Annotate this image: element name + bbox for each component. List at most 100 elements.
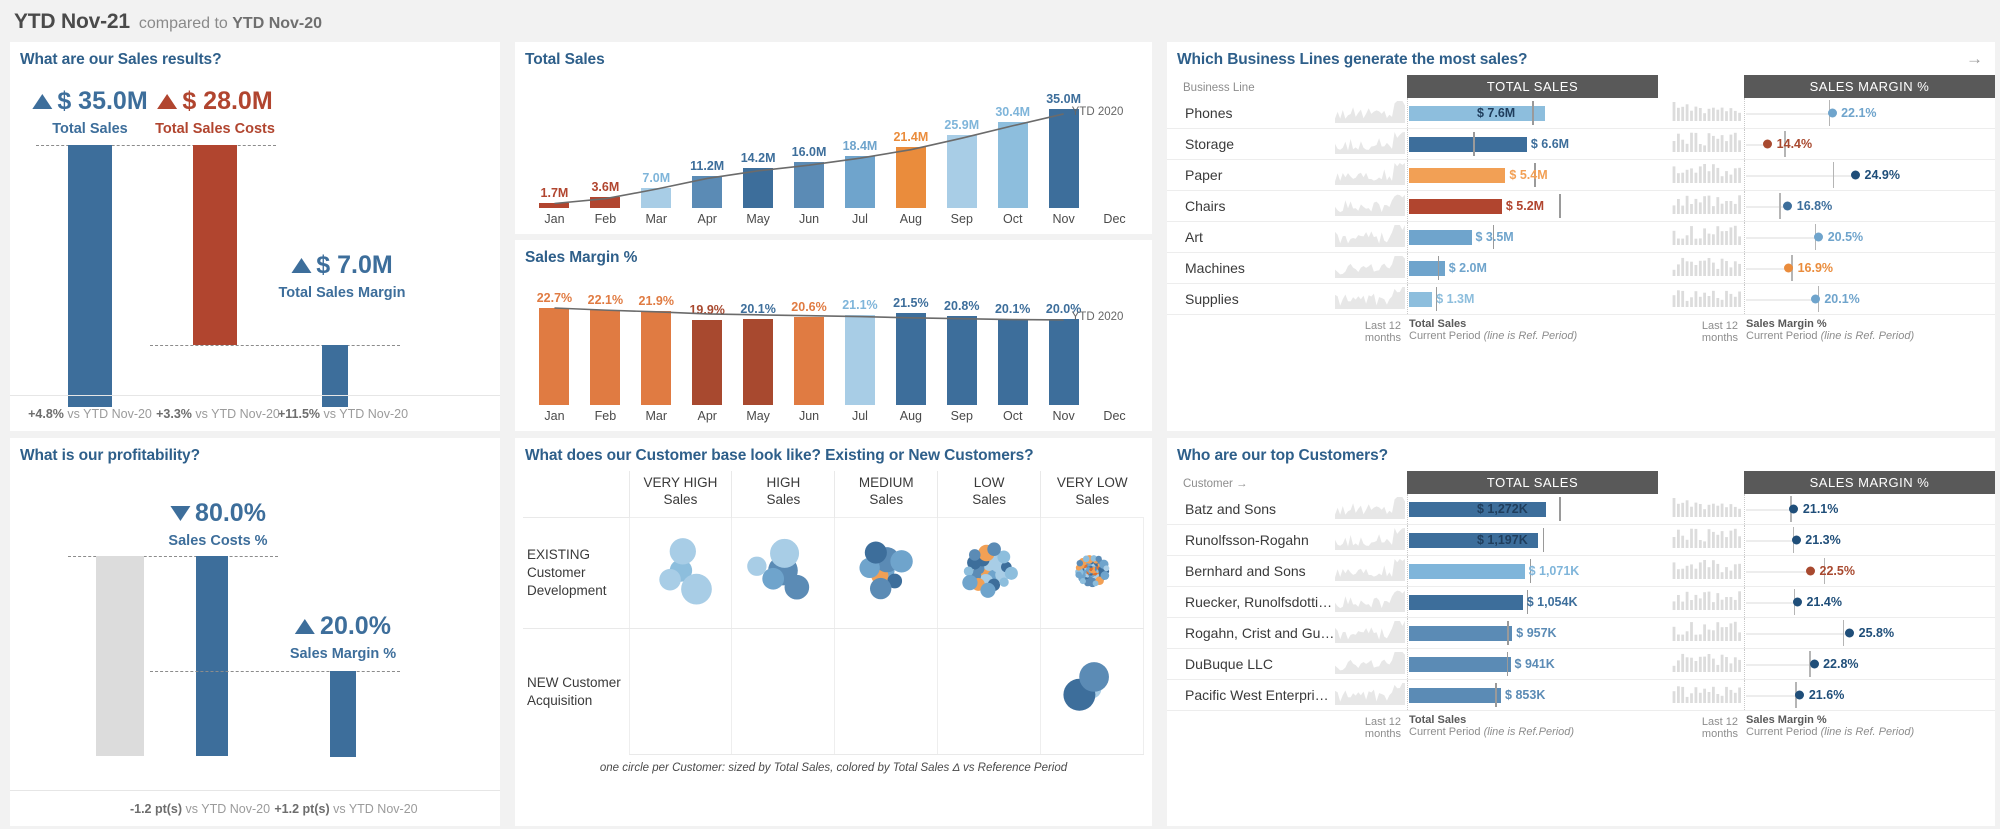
margin-axis[interactable] <box>1744 129 1745 159</box>
sparkbar-sales-margin[interactable] <box>1672 679 1744 711</box>
bar-column[interactable]: 20.0% <box>1038 273 1089 405</box>
kpi-2[interactable]: 20.0% Sales Margin % <box>290 614 396 663</box>
total-sales-reference-marker[interactable] <box>1437 256 1440 280</box>
table-row[interactable]: Art $ 3.5M 20.5% <box>1167 221 1995 253</box>
column-header-total-sales[interactable]: TOTAL SALES <box>1407 75 1658 98</box>
bar-cell-total-sales[interactable]: $ 2.0M <box>1407 252 1658 284</box>
bar-column[interactable]: 16.0M <box>784 75 835 208</box>
bar-column[interactable]: 21.5% <box>885 273 936 405</box>
margin-value[interactable]: 24.9% <box>1865 168 1900 182</box>
kpi-bar[interactable] <box>330 671 356 757</box>
kpi-3[interactable]: $ 7.0M Total Sales Margin <box>278 253 405 302</box>
bubble-cluster[interactable] <box>938 518 1040 623</box>
footer-spacer[interactable] <box>1167 315 1335 345</box>
bar-cell-total-sales[interactable]: $ 3.5M <box>1407 221 1658 253</box>
x-tick-jul[interactable]: Jul <box>852 409 868 423</box>
kpi-bar[interactable] <box>68 145 112 407</box>
footer-metric-total-sales[interactable]: Total Sales Current Period (line is Ref. … <box>1407 315 1658 345</box>
matrix-cell-r1-c3[interactable] <box>834 516 939 629</box>
kpi-value-row[interactable]: $ 28.0M <box>155 89 275 114</box>
total-sales-value[interactable]: $ 3.5M <box>1476 230 1514 244</box>
table-header-row[interactable]: Customer → TOTAL SALES SALES MARGIN % <box>1167 471 1995 494</box>
kpi-value-row[interactable]: $ 35.0M <box>32 89 148 114</box>
total-sales-bar[interactable] <box>1409 687 1502 703</box>
footer-spark-label-2[interactable]: Last 12 months <box>1672 711 1744 740</box>
bar-value-label[interactable]: 11.2M <box>690 159 724 173</box>
total-sales-value[interactable]: $ 2.0M <box>1449 261 1487 275</box>
bar-rect[interactable] <box>1048 319 1079 405</box>
sparkline-total-sales[interactable] <box>1335 221 1407 253</box>
row-gap[interactable] <box>1658 617 1672 649</box>
kpi-1[interactable]: 80.0% Sales Costs % <box>168 501 267 550</box>
table-row[interactable]: Ruecker, Runolfsdottir and .. $ 1,054K 21.… <box>1167 586 1995 618</box>
sparkbar-sales-margin[interactable] <box>1672 128 1744 160</box>
margin-value[interactable]: 20.5% <box>1828 230 1863 244</box>
bar-value-label[interactable]: 7.0M <box>642 171 670 185</box>
sparkbar-sales-margin[interactable] <box>1672 586 1744 618</box>
sparkbar-sales-margin[interactable] <box>1672 617 1744 649</box>
bar-rect[interactable] <box>692 319 723 405</box>
bar-column[interactable]: 25.9M <box>936 75 987 208</box>
sparkline-header-total[interactable] <box>1335 471 1407 494</box>
bar-rect[interactable] <box>641 311 672 405</box>
kpi-value[interactable]: 20.0% <box>320 614 391 639</box>
dot-cell-sales-margin[interactable]: 22.5% <box>1744 555 1995 587</box>
kpi-value-row[interactable]: 80.0% <box>168 501 267 526</box>
footer-metric-name-1[interactable]: Total Sales <box>1409 318 1658 330</box>
footer-spark-label-2[interactable]: Last 12 months <box>1672 315 1744 344</box>
margin-connector-line[interactable] <box>1746 602 1798 604</box>
x-tick-oct[interactable]: Oct <box>1003 409 1022 423</box>
kpi-delta-1[interactable]: -1.2 pt(s) vs YTD Nov-20 <box>130 802 270 816</box>
margin-dot[interactable] <box>1827 108 1837 118</box>
kpi-value-row[interactable]: 20.0% <box>290 614 396 639</box>
bar-value-label[interactable]: 21.9% <box>639 294 674 308</box>
row-label[interactable]: Chairs <box>1167 190 1335 222</box>
margin-connector-line[interactable] <box>1746 695 1800 697</box>
reference-period-label[interactable]: YTD 2020 <box>1072 106 1124 118</box>
sparkline-total-sales[interactable] <box>1335 283 1407 315</box>
zero-axis[interactable] <box>1407 98 1408 128</box>
bar-column[interactable]: 11.2M <box>682 75 733 208</box>
margin-reference-marker[interactable] <box>1832 162 1835 188</box>
triangle-up-icon[interactable] <box>32 94 53 109</box>
bar-value-label[interactable]: 25.9M <box>944 118 979 132</box>
margin-dot[interactable] <box>1845 628 1855 638</box>
row-label[interactable]: Supplies <box>1167 283 1335 315</box>
row-gap[interactable] <box>1658 524 1672 556</box>
sparkbar-sales-margin[interactable] <box>1672 648 1744 680</box>
x-tick-nov[interactable]: Nov <box>1053 409 1075 423</box>
column-header-sales-margin[interactable]: SALES MARGIN % <box>1744 75 1995 98</box>
sparkline-total-sales[interactable] <box>1335 648 1407 680</box>
sparkbar-sales-margin[interactable] <box>1672 494 1744 525</box>
bar-column[interactable]: 14.2M <box>733 75 784 208</box>
sparkline-total-sales[interactable] <box>1335 128 1407 160</box>
table-row[interactable]: Paper $ 5.4M 24.9% <box>1167 159 1995 191</box>
matrix-cell-r2-c5[interactable] <box>1040 627 1144 755</box>
kpi-value[interactable]: $ 35.0M <box>57 89 147 114</box>
margin-connector-line[interactable] <box>1746 540 1797 542</box>
row-gap[interactable] <box>1658 283 1672 315</box>
margin-value[interactable]: 22.1% <box>1841 106 1876 120</box>
matrix-cell-r2-c4[interactable] <box>937 627 1042 755</box>
bar-value-label[interactable]: 30.4M <box>995 105 1030 119</box>
table-footer-row[interactable]: Last 12 months Total Sales Current Period … <box>1167 315 1995 345</box>
footer-metric-name-2[interactable]: Sales Margin % <box>1746 714 1995 726</box>
dot-cell-sales-margin[interactable]: 20.5% <box>1744 221 1995 253</box>
footer-refnote-2[interactable]: (line is Ref. Period) <box>1821 726 1915 738</box>
margin-value[interactable]: 25.8% <box>1859 626 1894 640</box>
bar-cell-total-sales[interactable]: $ 1,071K <box>1407 555 1658 587</box>
table-row[interactable]: Bernhard and Sons $ 1,071K 22.5% <box>1167 555 1995 587</box>
table-header-row[interactable]: Business Line TOTAL SALES SALES MARGIN % <box>1167 75 1995 98</box>
table-row[interactable]: Storage $ 6.6M 14.4% <box>1167 128 1995 160</box>
kpi-reference-line[interactable] <box>150 671 400 672</box>
zero-axis[interactable] <box>1407 494 1408 524</box>
zero-axis[interactable] <box>1407 129 1408 159</box>
x-tick-feb[interactable]: Feb <box>595 212 617 226</box>
footer-refnote-2[interactable]: (line is Ref. Period) <box>1821 330 1915 342</box>
matrix-cell-r1-c1[interactable] <box>628 516 733 629</box>
table-row[interactable]: Pacific West Enterprises $ 853K 21.6% <box>1167 679 1995 711</box>
bar-column[interactable]: 30.4M <box>987 75 1038 208</box>
kpi-bars[interactable]: $ 35.0M Total Sales $ 28.0M Total Sales Cos… <box>10 75 500 407</box>
matrix-col-2[interactable]: HIGH Sales <box>731 471 835 518</box>
bar-cell-total-sales[interactable]: $ 1,272K <box>1407 494 1658 525</box>
